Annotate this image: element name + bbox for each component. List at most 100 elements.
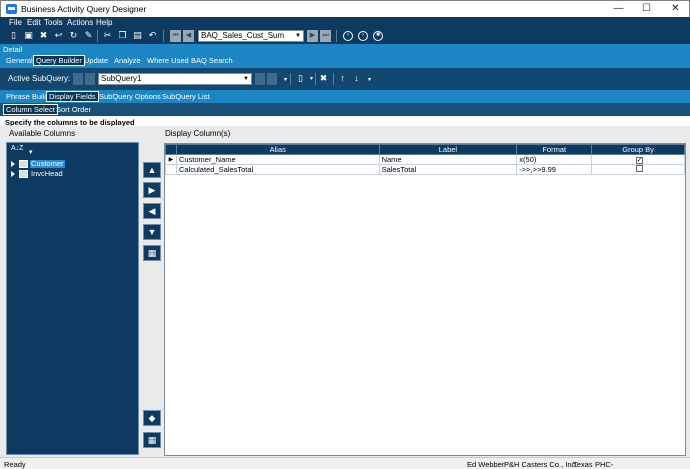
add-column-button[interactable]: ▶ <box>143 182 161 198</box>
subquery-nav-prev[interactable] <box>85 73 95 85</box>
first-record-icon[interactable]: ⏮ <box>170 30 181 42</box>
menu-tools[interactable]: Tools <box>44 18 63 27</box>
toolbar-separator <box>97 30 98 42</box>
table-row[interactable]: Calculated_SalesTotal SalesTotal ->>,>>9… <box>165 164 685 175</box>
sort-az-icon[interactable]: A↓Z <box>11 145 25 157</box>
chevron-down-icon[interactable]: ▼ <box>241 74 251 84</box>
query-combo[interactable]: BAQ_Sales_Cust_Sum ▼ <box>198 30 304 42</box>
move-down-icon[interactable]: ↓ <box>351 73 362 84</box>
grid-header-row: Alias Label Format Group By <box>165 144 685 155</box>
cell-format[interactable]: x(50) <box>516 154 593 165</box>
cell-format[interactable]: ->>,>>9.99 <box>516 164 593 175</box>
query-combo-value: BAQ_Sales_Cust_Sum <box>201 31 285 40</box>
status-server: PHC-ERPAPP01/EpicorERP <box>595 460 614 469</box>
move-column-down-button[interactable]: ▼ <box>143 224 161 240</box>
expand-icon[interactable] <box>11 161 15 167</box>
table-icon <box>19 160 28 168</box>
delete-subquery-icon[interactable]: ✖ <box>318 73 329 84</box>
column-header-label[interactable]: Label <box>378 144 518 155</box>
tab-where-used[interactable]: Where Used <box>145 56 191 66</box>
back-icon[interactable]: ‹ <box>343 31 353 41</box>
last-record-icon[interactable]: ⏭ <box>320 30 331 42</box>
stop-icon[interactable]: ■ <box>373 31 383 41</box>
tree-node-label: InvcHead <box>31 169 63 178</box>
grid-icon[interactable]: ▦ <box>143 432 161 448</box>
tab-baq-search[interactable]: BAQ Search <box>189 56 235 66</box>
minimize-button[interactable]: — <box>604 1 633 17</box>
paste-icon[interactable]: ▤ <box>132 30 143 41</box>
cell-group-by: ✓ <box>591 154 685 165</box>
toolbar-separator <box>290 73 291 85</box>
field-tab-row: Column Select Sort Order <box>0 103 690 116</box>
group-by-checkbox[interactable] <box>635 165 643 172</box>
menu-file[interactable]: File <box>9 18 22 27</box>
current-row-icon: ▶ <box>165 154 177 165</box>
app-icon <box>6 4 17 14</box>
chevron-down-icon[interactable]: ▼ <box>293 31 303 41</box>
subquery-nav-last[interactable] <box>267 73 277 85</box>
clear-icon[interactable]: ✎ <box>83 30 94 41</box>
tab-analyze[interactable]: Analyze <box>112 56 143 66</box>
menu-actions[interactable]: Actions <box>67 18 93 27</box>
move-column-up-button[interactable]: ▲ <box>143 162 161 178</box>
calculator-icon[interactable]: ▦ <box>143 245 161 261</box>
available-columns-tree[interactable]: A↓Z ▾ Customer InvcHead <box>6 142 139 455</box>
tree-node[interactable]: InvcHead <box>9 170 134 179</box>
delete-icon[interactable]: ✖ <box>38 30 49 41</box>
window-title: Business Activity Query Designer <box>21 4 147 14</box>
subquery-nav-next[interactable] <box>255 73 265 85</box>
tag-icon[interactable]: ◆ <box>143 410 161 426</box>
cell-label[interactable]: Name <box>378 154 518 165</box>
table-row[interactable]: ▶ Customer_Name Name x(50) ✓ <box>165 154 685 165</box>
group-by-checkbox[interactable]: ✓ <box>635 157 643 164</box>
sort-caret-icon[interactable]: ▾ <box>29 148 33 156</box>
move-up-icon[interactable]: ↑ <box>337 73 348 84</box>
expand-icon[interactable] <box>11 171 15 177</box>
maximize-button[interactable]: ☐ <box>632 1 661 17</box>
toolbar: ▯ ▣ ✖ ↩ ↻ ✎ ✂ ❐ ▤ ↶ ⏮ ◀ BAQ_Sales_Cust_S… <box>0 28 690 44</box>
previous-record-icon[interactable]: ◀ <box>183 30 194 42</box>
tab-column-select[interactable]: Column Select <box>3 104 58 115</box>
tab-subquery-options[interactable]: SubQuery Options <box>97 92 163 102</box>
tab-general[interactable]: General <box>4 56 35 66</box>
row-header-corner <box>165 144 177 155</box>
column-header-group-by[interactable]: Group By <box>591 144 685 155</box>
tab-subquery-list[interactable]: SubQuery List <box>160 92 212 102</box>
undo-edit-icon[interactable]: ↶ <box>147 30 158 41</box>
cut-icon[interactable]: ✂ <box>102 30 113 41</box>
more-caret-icon[interactable]: ▾ <box>364 75 375 86</box>
tab-update[interactable]: Update <box>82 56 110 66</box>
menu-help[interactable]: Help <box>96 18 112 27</box>
cell-group-by <box>591 164 685 175</box>
tab-display-fields[interactable]: Display Fields <box>46 91 99 102</box>
new-icon[interactable]: ▯ <box>8 30 19 41</box>
remove-column-button[interactable]: ◀ <box>143 203 161 219</box>
close-button[interactable]: ✕ <box>661 1 690 17</box>
column-header-format[interactable]: Format <box>516 144 593 155</box>
subquery-bar: Active SubQuery: SubQuery1 ▼ ▾ ▯ ▾ ✖ ↑ ↓… <box>0 68 690 90</box>
undo-icon[interactable]: ↩ <box>53 30 64 41</box>
menu-bar: File Edit Tools Actions Help <box>0 17 690 28</box>
column-header-alias[interactable]: Alias <box>175 144 380 155</box>
save-icon[interactable]: ▣ <box>23 30 34 41</box>
toolbar-separator <box>315 73 316 85</box>
cell-alias[interactable]: Customer_Name <box>175 154 380 165</box>
status-site: Texas <box>573 460 593 469</box>
new-subquery-icon[interactable]: ▯ <box>295 73 306 84</box>
next-record-icon[interactable]: ▶ <box>307 30 318 42</box>
menu-edit[interactable]: Edit <box>27 18 41 27</box>
tab-sort-order[interactable]: Sort Order <box>54 105 93 115</box>
tab-query-builder[interactable]: Query Builder <box>33 55 85 66</box>
subquery-nav-first[interactable] <box>73 73 83 85</box>
forward-icon[interactable]: › <box>358 31 368 41</box>
status-company: P&H Casters Co., Inc. <box>504 460 578 469</box>
refresh-icon[interactable]: ↻ <box>68 30 79 41</box>
copy-icon[interactable]: ❐ <box>117 30 128 41</box>
subquery-combo[interactable]: SubQuery1 ▼ <box>98 73 252 85</box>
cell-alias[interactable]: Calculated_SalesTotal <box>175 164 380 175</box>
tab-phrase-build[interactable]: Phrase Build <box>4 92 51 102</box>
available-columns-label: Available Columns <box>9 129 76 138</box>
active-subquery-label: Active SubQuery: <box>8 74 71 83</box>
cell-label[interactable]: SalesTotal <box>378 164 518 175</box>
tree-node[interactable]: Customer <box>9 160 134 169</box>
